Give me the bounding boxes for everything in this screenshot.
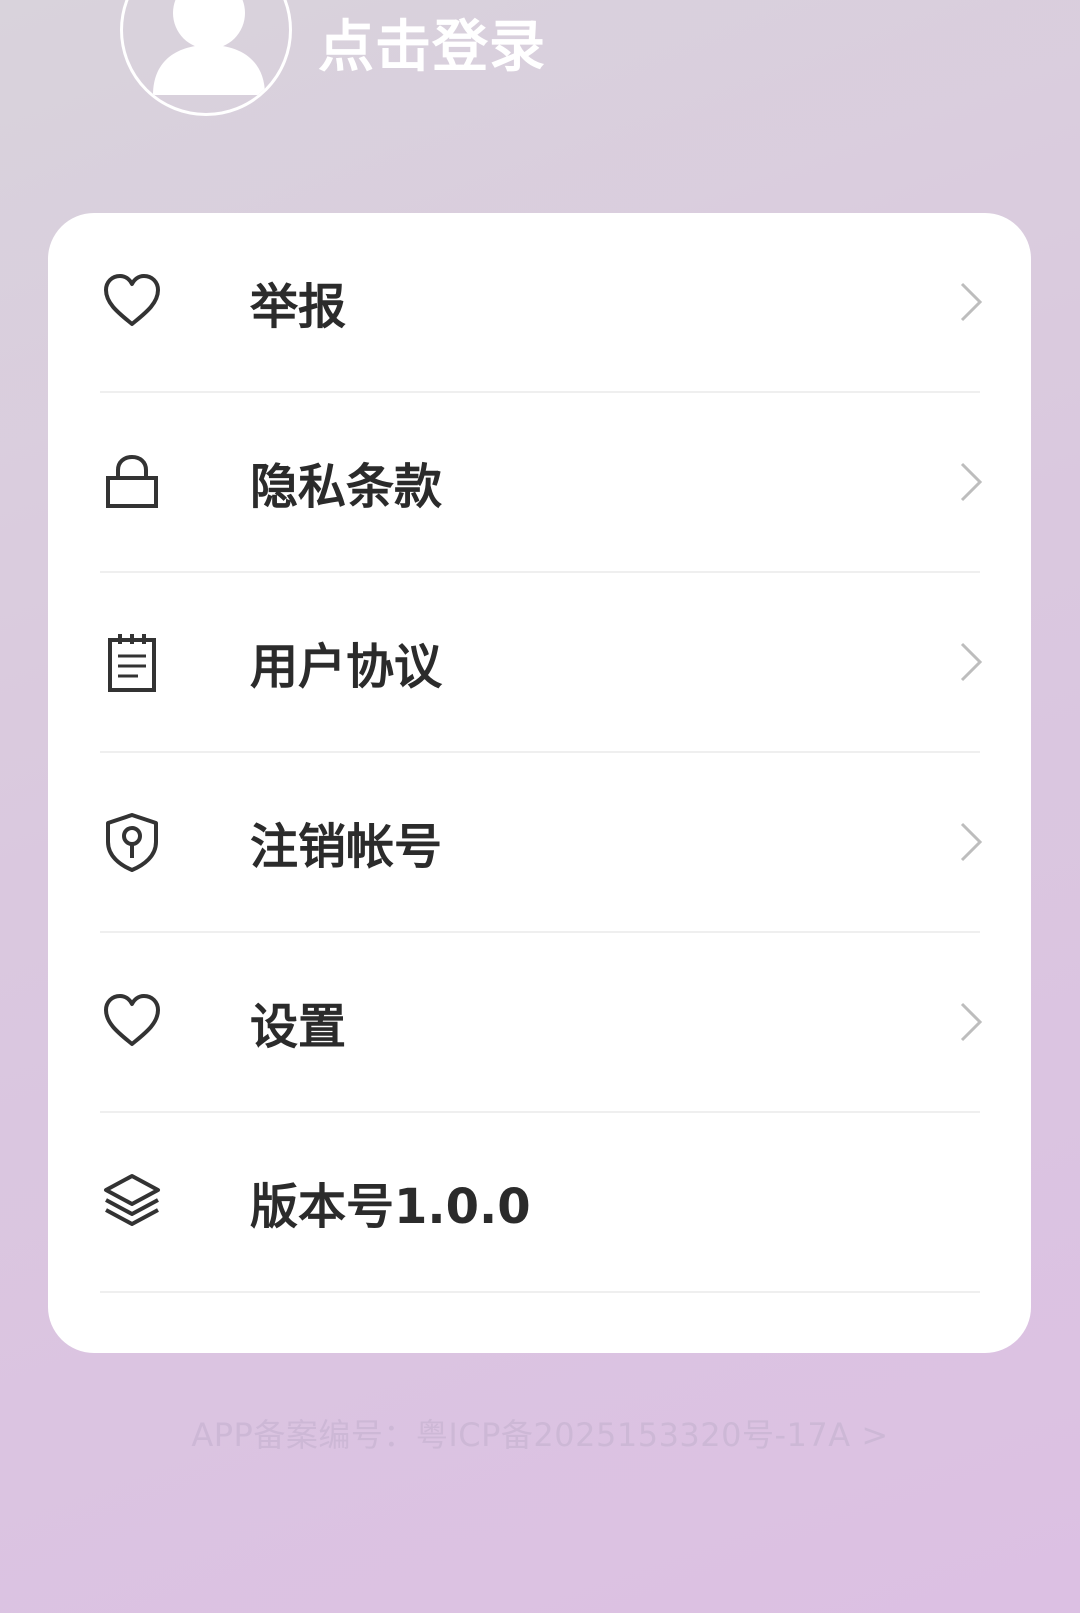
chevron-right-icon bbox=[960, 282, 983, 322]
layers-icon bbox=[104, 1174, 160, 1226]
menu-item-label: 用户协议 bbox=[250, 639, 443, 695]
menu-card: 举报 隐私条款 用户协议 注销帐号 设置 版本号1.0.0 bbox=[48, 213, 1031, 1353]
menu-item-settings[interactable]: 设置 bbox=[100, 933, 983, 1113]
chevron-right-icon bbox=[960, 822, 983, 862]
menu-item-label: 注销帐号 bbox=[250, 819, 443, 875]
menu-item-label: 设置 bbox=[250, 999, 347, 1055]
lock-icon bbox=[106, 454, 158, 508]
menu-item-privacy[interactable]: 隐私条款 bbox=[100, 393, 983, 573]
profile-header[interactable] bbox=[120, 0, 292, 120]
menu-item-label: 隐私条款 bbox=[250, 459, 443, 515]
menu-item-report[interactable]: 举报 bbox=[100, 213, 983, 393]
user-avatar-icon[interactable] bbox=[120, 0, 292, 116]
heart-icon bbox=[104, 994, 160, 1046]
shield-key-icon bbox=[106, 813, 158, 872]
chevron-right-icon bbox=[960, 462, 983, 502]
menu-item-label: 举报 bbox=[250, 279, 347, 335]
version-label: 版本号1.0.0 bbox=[250, 1179, 531, 1235]
login-link[interactable]: 点击登录 bbox=[318, 2, 546, 83]
chevron-right-icon bbox=[960, 1002, 983, 1042]
icp-record-link[interactable]: APP备案编号：粤ICP备2025153320号-17A > bbox=[0, 1410, 1080, 1456]
heart-icon bbox=[104, 274, 160, 326]
menu-item-user-agreement[interactable]: 用户协议 bbox=[100, 573, 983, 753]
chevron-right-icon bbox=[960, 642, 983, 682]
menu-item-delete-account[interactable]: 注销帐号 bbox=[100, 753, 983, 933]
notepad-icon bbox=[108, 634, 156, 692]
menu-item-version: 版本号1.0.0 bbox=[100, 1113, 980, 1293]
